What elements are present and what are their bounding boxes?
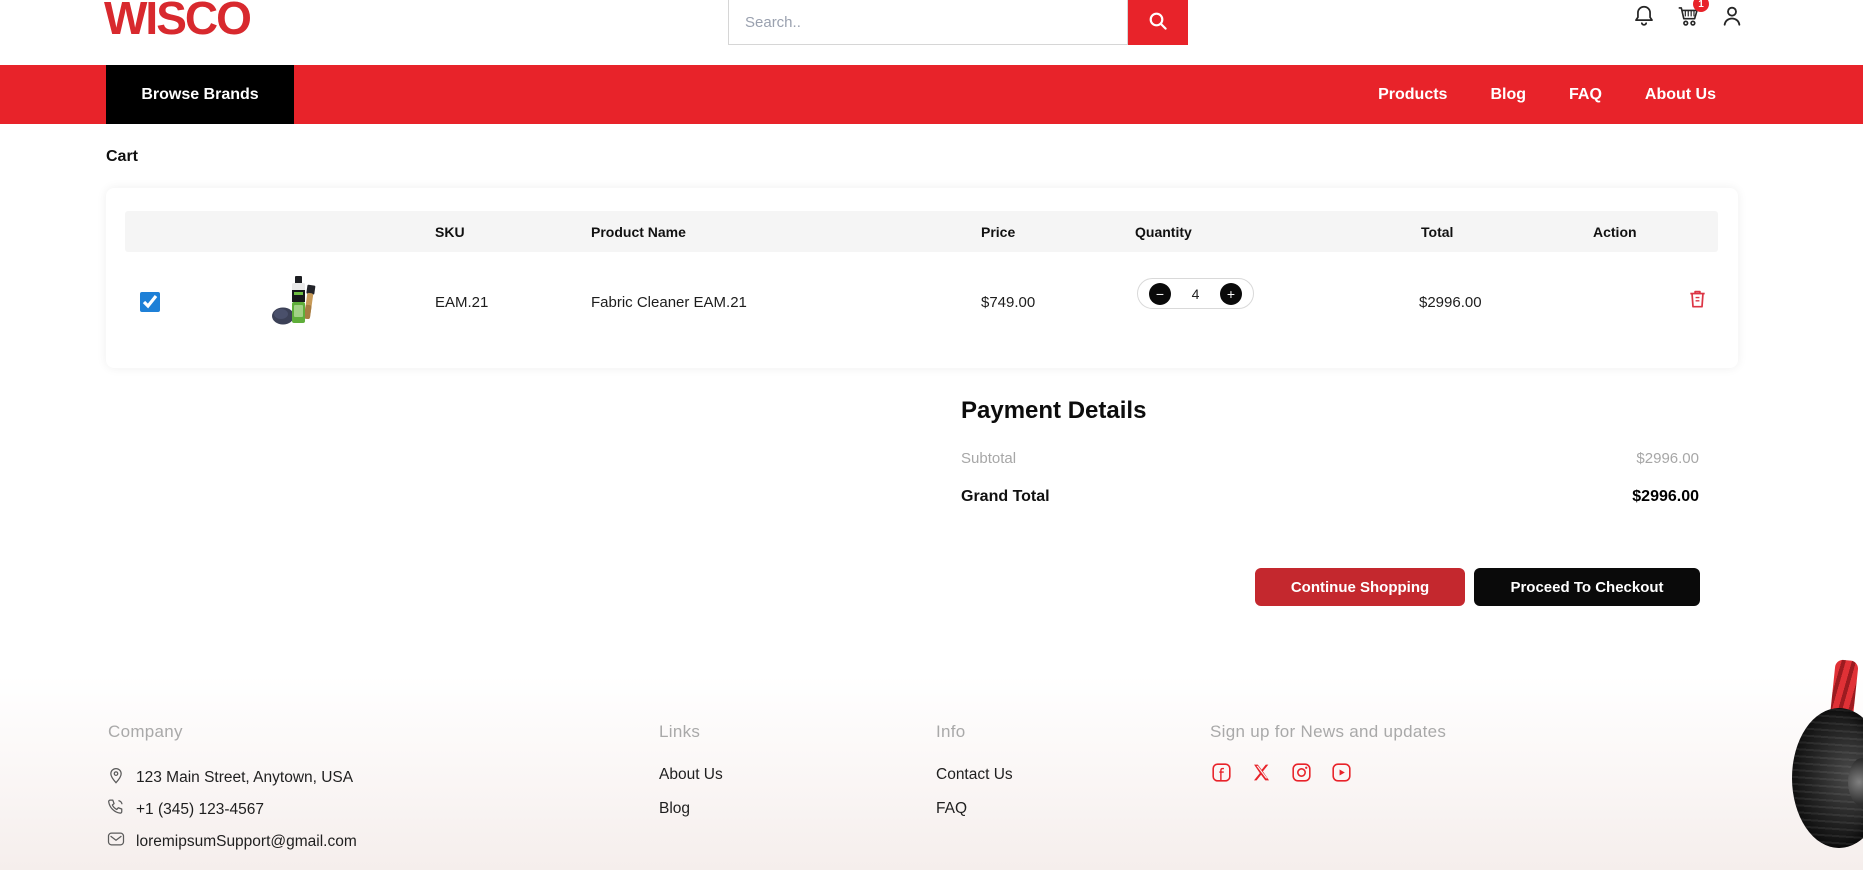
continue-shopping-button[interactable]: Continue Shopping (1255, 568, 1465, 606)
nav-link-about-us[interactable]: About Us (1645, 86, 1716, 104)
footer-links-title: Links (659, 722, 700, 742)
footer: Company 123 Main Street, Anytown, USA +1… (0, 676, 1863, 870)
quantity-stepper: − 4 + (1137, 278, 1254, 309)
grand-total-value: $2996.00 (1632, 488, 1699, 506)
footer-phone-row[interactable]: +1 (345) 123-4567 (106, 797, 264, 822)
product-thumbnail (271, 275, 325, 327)
footer-link-blog[interactable]: Blog (659, 800, 690, 818)
quantity-increase-button[interactable]: + (1220, 283, 1242, 305)
cart-count-badge: 1 (1693, 0, 1709, 12)
instagram-icon[interactable] (1291, 762, 1312, 783)
trash-icon (1686, 299, 1709, 314)
item-select-checkbox[interactable] (140, 292, 160, 312)
subtotal-value: $2996.00 (1636, 450, 1699, 467)
delete-item-button[interactable] (1685, 288, 1709, 312)
grand-total-row: Grand Total $2996.00 (961, 488, 1699, 506)
search-icon (1147, 10, 1169, 35)
footer-email: loremipsumSupport@gmail.com (136, 833, 357, 851)
footer-link-about-us[interactable]: About Us (659, 766, 723, 784)
search-bar (728, 0, 1188, 45)
nav-link-products[interactable]: Products (1378, 86, 1447, 104)
main-navbar: Browse Brands Products Blog FAQ About Us (0, 65, 1863, 124)
nav-link-faq[interactable]: FAQ (1569, 86, 1602, 104)
footer-email-row[interactable]: loremipsumSupport@gmail.com (106, 829, 357, 854)
column-header-price: Price (981, 211, 1015, 252)
cart-page: WISCO 1 (0, 0, 1863, 870)
quantity-decrease-button[interactable]: − (1149, 283, 1171, 305)
cart-section-title: Cart (106, 148, 138, 166)
grand-total-label: Grand Total (961, 488, 1050, 506)
notifications-bell-icon[interactable] (1631, 3, 1657, 29)
tire-decoration (1800, 658, 1863, 870)
footer-phone: +1 (345) 123-4567 (136, 801, 264, 819)
item-price: $749.00 (981, 294, 1035, 311)
facebook-icon[interactable] (1211, 762, 1232, 783)
footer-link-contact-us[interactable]: Contact Us (936, 766, 1013, 784)
map-pin-icon (106, 765, 126, 790)
footer-link-faq[interactable]: FAQ (936, 800, 967, 818)
mail-icon (106, 829, 126, 854)
column-header-quantity: Quantity (1135, 211, 1192, 252)
footer-company-title: Company (108, 722, 183, 742)
social-icons (1211, 762, 1352, 783)
brand-logo[interactable]: WISCO (104, 0, 250, 45)
subtotal-label: Subtotal (961, 450, 1016, 467)
browse-brands-button[interactable]: Browse Brands (106, 65, 294, 124)
column-header-sku: SKU (435, 211, 465, 252)
footer-newsletter-title: Sign up for News and updates (1210, 722, 1446, 742)
youtube-icon[interactable] (1331, 762, 1352, 783)
item-sku: EAM.21 (435, 294, 488, 311)
search-button[interactable] (1128, 0, 1188, 45)
cart-table-card: SKU Product Name Price Quantity Total Ac… (106, 188, 1738, 368)
column-header-product-name: Product Name (591, 211, 686, 252)
footer-info-title: Info (936, 722, 966, 742)
payment-details-title: Payment Details (961, 397, 1146, 425)
checkout-actions: Continue Shopping Proceed To Checkout (1255, 568, 1700, 606)
item-total: $2996.00 (1419, 294, 1482, 311)
proceed-to-checkout-button[interactable]: Proceed To Checkout (1474, 568, 1700, 606)
column-header-total: Total (1421, 211, 1453, 252)
user-account-icon[interactable] (1719, 3, 1745, 29)
footer-address-row: 123 Main Street, Anytown, USA (106, 765, 353, 790)
column-header-action: Action (1593, 211, 1637, 252)
footer-address: 123 Main Street, Anytown, USA (136, 769, 353, 787)
subtotal-row: Subtotal $2996.00 (961, 450, 1699, 467)
quantity-value: 4 (1192, 286, 1200, 302)
item-name: Fabric Cleaner EAM.21 (591, 294, 747, 311)
phone-icon (106, 797, 126, 822)
nav-links: Products Blog FAQ About Us (1378, 65, 1716, 124)
cart-table-header: SKU Product Name Price Quantity Total Ac… (125, 211, 1718, 252)
search-input[interactable] (728, 0, 1128, 45)
x-twitter-icon[interactable] (1251, 762, 1272, 783)
nav-link-blog[interactable]: Blog (1490, 86, 1526, 104)
